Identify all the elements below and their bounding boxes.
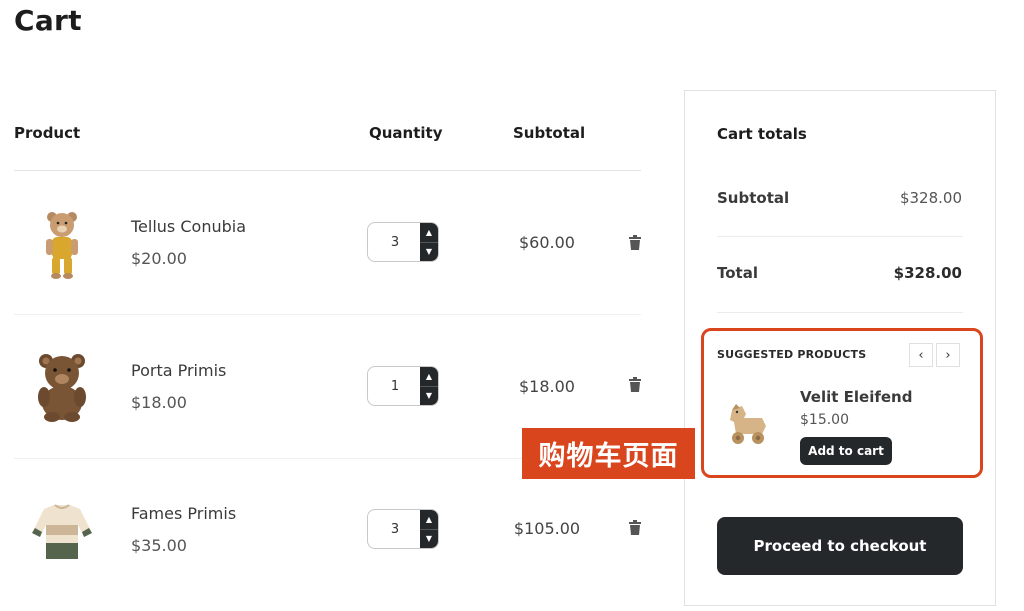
product-name[interactable]: Tellus Conubia: [131, 217, 246, 236]
suggested-product-price: $15.00: [800, 412, 849, 428]
subtotal-value: $328.00: [899, 189, 962, 207]
total-value: $328.00: [893, 264, 962, 282]
decrement-chevron-down-icon[interactable]: ▼: [420, 387, 438, 406]
quantity-input[interactable]: [368, 223, 422, 261]
decrement-chevron-down-icon[interactable]: ▼: [420, 530, 438, 549]
quantity-input[interactable]: [368, 367, 422, 405]
quantity-spin-buttons: ▲ ▼: [420, 367, 438, 405]
product-price: $35.00: [131, 536, 187, 555]
next-chevron-right-icon[interactable]: ›: [936, 343, 960, 367]
quantity-spin-buttons: ▲ ▼: [420, 510, 438, 548]
quantity-stepper: ▲ ▼: [367, 222, 439, 262]
quantity-stepper: ▲ ▼: [367, 509, 439, 549]
cart-totals-title: Cart totals: [717, 125, 807, 143]
row-subtotal: $60.00: [519, 233, 575, 252]
increment-chevron-up-icon[interactable]: ▲: [420, 510, 438, 530]
row-subtotal: $105.00: [513, 519, 581, 538]
totals-divider: [717, 312, 963, 313]
totals-divider: [717, 236, 963, 237]
product-name[interactable]: Fames Primis: [131, 504, 236, 523]
product-name[interactable]: Porta Primis: [131, 361, 226, 380]
trash-icon[interactable]: [628, 377, 642, 393]
page-title: Cart: [14, 4, 82, 37]
wooden-horse-toy-image: [730, 404, 766, 444]
suggested-products-title: SUGGESTED PRODUCTS: [717, 348, 867, 361]
decrement-chevron-down-icon[interactable]: ▼: [420, 243, 438, 262]
trash-icon[interactable]: [628, 235, 642, 251]
quantity-spin-buttons: ▲ ▼: [420, 223, 438, 261]
header-product: Product: [14, 124, 81, 142]
product-price: $20.00: [131, 249, 187, 268]
increment-chevron-up-icon[interactable]: ▲: [420, 367, 438, 387]
annotation-label: 购物车页面: [522, 428, 695, 479]
increment-chevron-up-icon[interactable]: ▲: [420, 223, 438, 243]
subtotal-label: Subtotal: [717, 189, 790, 207]
teddy-bear-overalls-image: [46, 212, 78, 279]
suggested-product-name[interactable]: Velit Eleifend: [800, 388, 912, 406]
knitted-sweater-image: [32, 504, 92, 559]
prev-chevron-left-icon[interactable]: ‹: [909, 343, 933, 367]
trash-icon[interactable]: [628, 520, 642, 536]
brown-teddy-bear-image: [38, 354, 86, 422]
quantity-stepper: ▲ ▼: [367, 366, 439, 406]
table-row: Fames Primis $35.00 ▲ ▼ $105.00: [0, 459, 660, 602]
total-label: Total: [717, 264, 758, 282]
proceed-to-checkout-button[interactable]: Proceed to checkout: [717, 517, 963, 575]
add-to-cart-button[interactable]: Add to cart: [800, 437, 892, 465]
table-row: Tellus Conubia $20.00 ▲ ▼ $60.00: [0, 171, 660, 314]
product-price: $18.00: [131, 393, 187, 412]
header-subtotal: Subtotal: [513, 124, 586, 142]
row-subtotal: $18.00: [519, 377, 575, 396]
header-quantity: Quantity: [369, 124, 443, 142]
quantity-input[interactable]: [368, 510, 422, 548]
